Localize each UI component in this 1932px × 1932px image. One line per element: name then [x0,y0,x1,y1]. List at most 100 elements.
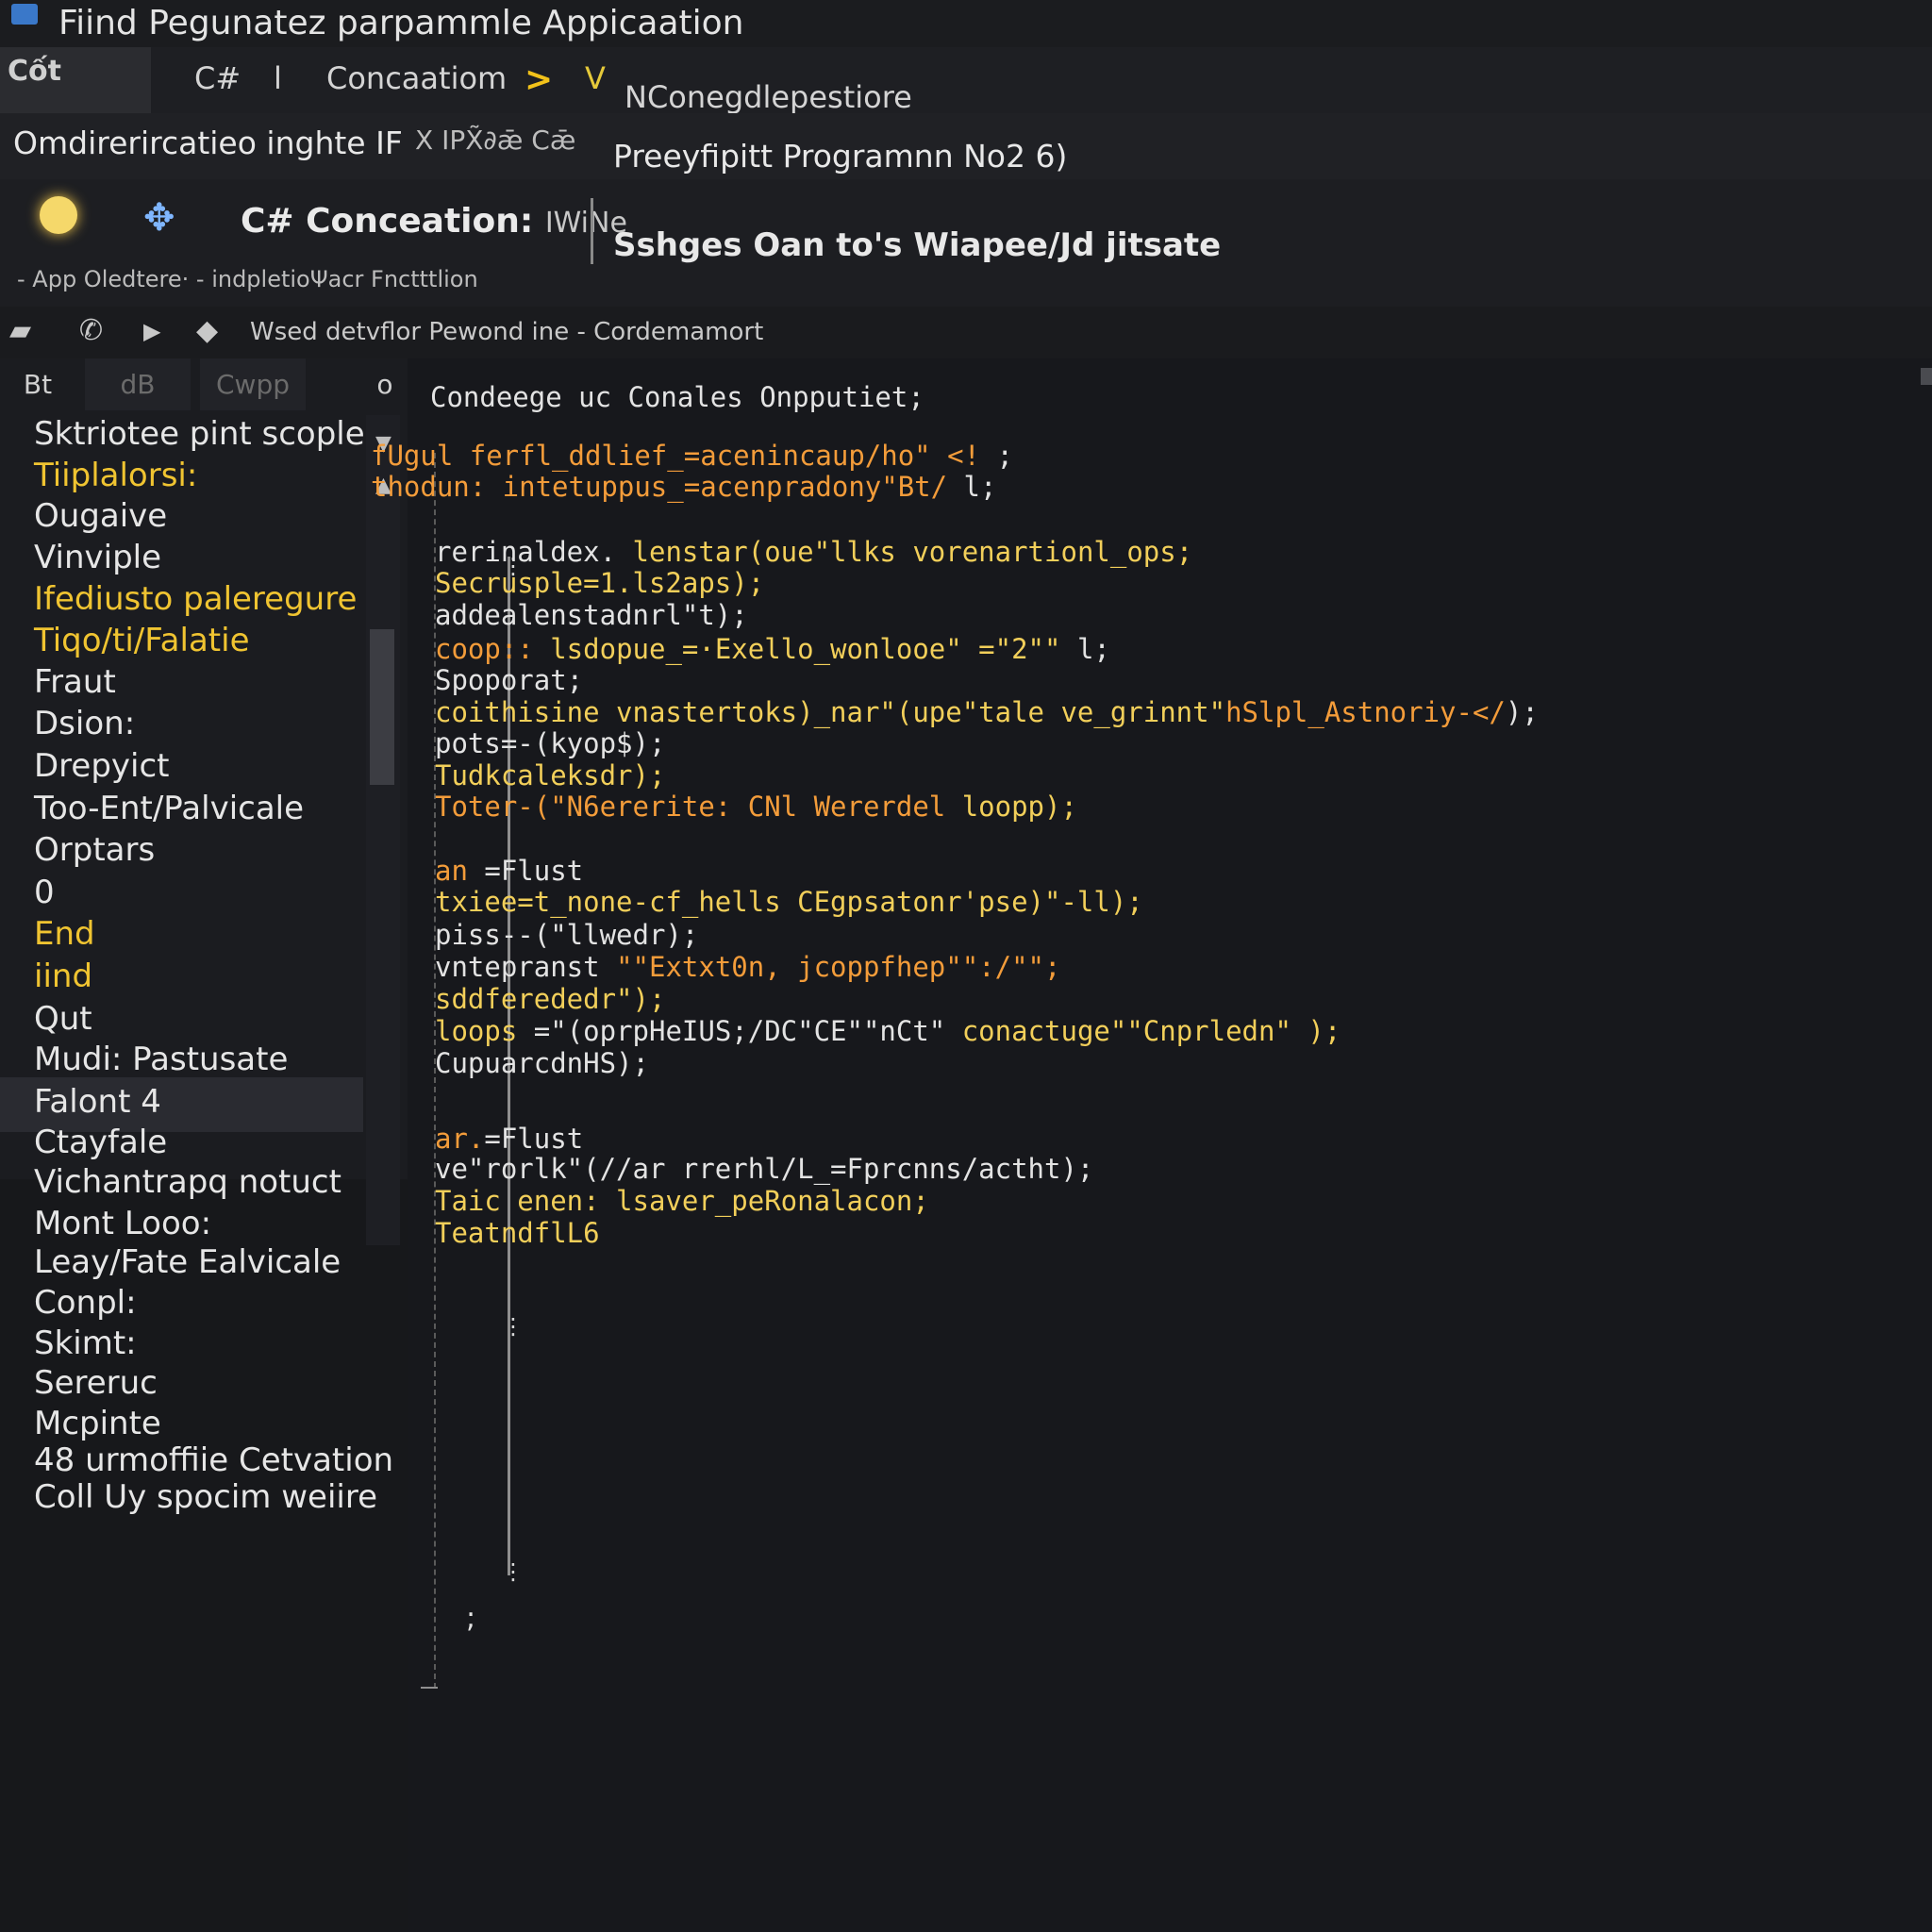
sidebar-item[interactable]: Ctayfale [34,1124,167,1161]
code-token: Taic enen: lsaver_peRonalacon; [435,1185,929,1217]
puzzle-icon[interactable]: ✥ [143,196,175,240]
code-line[interactable]: sddferededr"); [435,983,665,1015]
code-line[interactable]: ar.=Flust [435,1123,583,1155]
code-line[interactable]: txiee=t_none-cf_hells CEgpsatonr'pse)"-l… [435,886,1143,918]
sidebar-item[interactable]: Ougaive [34,497,167,535]
code-token: lsdopue_=· [533,633,715,665]
code-line[interactable]: vntepranst ""Extxt0n, jcoppfhep"":/""; [435,951,1060,983]
sidebar-scroll-thumb[interactable] [370,629,394,785]
code-token: vntepranst [435,951,617,983]
code-token: ""Extxt0n, jcoppfhep"":/""; [616,951,1061,983]
code-token: coithisine vnastertoks)_nar"(upe"tale ve… [435,696,1226,728]
sidebar-item[interactable]: Qut [34,1000,92,1038]
tab-first-label: Cốt [8,55,61,88]
code-line[interactable]: piss--("llwedr); [435,919,698,951]
code-line[interactable]: rerinaldex. lenstar(oue"llks vorenartion… [435,536,1192,568]
breadcrumb-csharp[interactable]: C# [194,60,241,96]
sidebar-tab-o[interactable]: o [362,358,408,410]
sidebar-tab-cwpp[interactable]: Cwpp [200,358,306,410]
sidebar-tab-bt[interactable]: Bt [0,358,75,410]
sidebar-item[interactable]: 0 [34,874,55,911]
sidebar-item[interactable]: 48 urmoffiie Cetvation [34,1441,393,1479]
code-line[interactable]: TeatndflL6 [435,1217,600,1249]
chat-icon[interactable]: ▰ [9,314,31,347]
code-token: rerinaldex. [435,536,617,568]
sidebar-item[interactable]: Vinviple [34,539,161,576]
sidebar-item[interactable]: Tiqo/ti/Falatie [34,622,250,659]
concept-header: ✥ C# Conceation: IWiNe Sshges Oan to's W… [0,179,1932,307]
header-divider [591,198,593,264]
code-line[interactable]: Taic enen: lsaver_peRonalacon; [435,1185,929,1217]
sidebar-item[interactable]: Skimt: [34,1324,137,1362]
document-tab-close[interactable]: X IPX̃∂ǣ Cǣ [415,125,575,156]
app-logo-icon [11,4,38,25]
code-line[interactable]: pots=-(kyop$); [435,727,665,759]
code-line[interactable]: Spoporat; [435,664,583,696]
code-line[interactable]: Toter-("N6ererite: CNl Wererdel loopp); [435,791,1077,823]
sidebar-item[interactable]: Sereruc [34,1364,158,1402]
tab-first[interactable]: Cốt [0,47,151,113]
code-line[interactable]: Secrusple=1.ls2aps); [435,567,764,599]
fold-marker-icon[interactable]: ⋮ [502,1558,525,1585]
code-token: CupuarcdnHS); [435,1047,649,1079]
sidebar-item[interactable]: Coll Uy spocim weiire [34,1478,377,1516]
code-token: =Flust [467,855,584,887]
program-title: Preeyfipitt Programnn No2 6) [613,138,1068,175]
code-line[interactable]: addealenstadnrl"t); [435,599,748,631]
sidebar-item[interactable]: Sktriotee pint scoples [34,415,381,453]
concept-subtitle: Sshges Oan to's Wiapee/Jd jitsate [613,226,1222,264]
lightbulb-icon[interactable] [40,196,77,234]
code-token: txiee=t_none-cf_hells [435,886,798,918]
concept-title: C# Conceation: IWiNe [241,202,627,241]
code-editor[interactable]: Condeege uc Conales Onpputiet; ⋮ ⋮ ⋮ fUg… [371,358,1932,1932]
code-line[interactable]: coop:: lsdopue_=·Exello_wonlooe" ="2"" l… [435,633,1110,665]
code-token: piss--("llwedr); [435,919,699,951]
breadcrumb-concaatiom[interactable]: Concaatiom [326,60,507,96]
code-token: loops [435,1015,518,1047]
code-line[interactable]: an =Flust [435,855,583,887]
sidebar-item[interactable]: Fraut [34,663,116,701]
chevron-right-icon: > [525,60,554,99]
sidebar-scrollbar[interactable] [366,415,400,1245]
code-line[interactable]: ve"rorlk"(//ar rrerhl/L_=Fprcnns/actht); [435,1153,1093,1185]
sidebar-item[interactable]: Dsion: [34,705,135,742]
sidebar-item[interactable]: iind [34,958,92,995]
sidebar-tab-db[interactable]: dB [85,358,191,410]
code-line[interactable]: coithisine vnastertoks)_nar"(upe"tale ve… [435,696,1539,728]
code-token: ="(oprpHeIUS;/DC"CE""nCt" [517,1015,946,1047]
code-token: Toter-("N6ererite: CNl Wererdel [435,791,962,823]
document-title: Omdirerircatieo inghte IF [13,125,403,161]
sidebar-item[interactable]: Conpl: [34,1284,137,1322]
code-line[interactable]: fUgul ferfl_ddlief_=acenincaup/ho" <! ; [371,440,1013,472]
sidebar-item[interactable]: Tiiplalorsi: [34,457,197,494]
code-line[interactable]: loops ="(oprpHeIUS;/DC"CE""nCt" conactug… [435,1015,1341,1047]
sub-breadcrumb[interactable]: - App Oledtere· - indpletioΨacr Fnctttli… [17,266,478,292]
sidebar-item[interactable]: Ifediusto paleregure [34,580,357,618]
sidebar-item[interactable]: Leay/Fate Ealvicale [34,1243,341,1281]
sidebar-item[interactable]: End [34,915,95,953]
sidebar-item[interactable]: Falont 4 [34,1083,161,1121]
code-token: fUgul ferfl_ddlief_=acenincaup/ho" <! [371,440,981,472]
code-line[interactable]: thodun: intetuppus_=acenpradony"Bt/ l; [371,471,996,503]
shield-icon[interactable]: ◆ [196,314,218,347]
code-token: ve"rorlk"(//ar rrerhl/L_=Fprcnns/actht); [435,1153,1094,1185]
fold-marker-icon[interactable]: ⋮ [502,1313,525,1340]
tab-bar: Cốt C# l Concaatiom > V NConegdlepestior… [0,47,1932,115]
breadcrumb-current[interactable]: NConegdlepestiore [625,79,912,115]
concept-title-text: C# Conceation: [241,202,534,241]
code-line[interactable]: CupuarcdnHS); [435,1047,649,1079]
sidebar-tabs: Bt dB Cwpp o [0,358,408,410]
sidebar-item[interactable]: Mudi: Pastusate [34,1041,288,1078]
sidebar-item[interactable]: Too-Ent/Palvicale [34,790,304,827]
breadcrumb-separator-bar: l [274,60,282,96]
phone-icon[interactable]: ✆ [79,314,103,347]
sidebar-item[interactable]: Orptars [34,831,155,869]
code-token: CEgpsatonr'pse)"-ll); [797,886,1143,918]
code-line[interactable]: Tudkcaleksdr); [435,759,665,791]
play-icon[interactable]: ▶ [143,318,160,344]
sidebar-item[interactable]: Vichantrapq notuct [34,1163,341,1201]
sidebar-item[interactable]: Mcpinte [34,1405,161,1442]
sidebar-item[interactable]: Drepyict [34,747,170,785]
sidebar-item[interactable]: Mont Looo: [34,1205,211,1242]
sidebar: Bt dB Cwpp o Sktriotee pint scoples Tiipl… [0,358,408,1932]
